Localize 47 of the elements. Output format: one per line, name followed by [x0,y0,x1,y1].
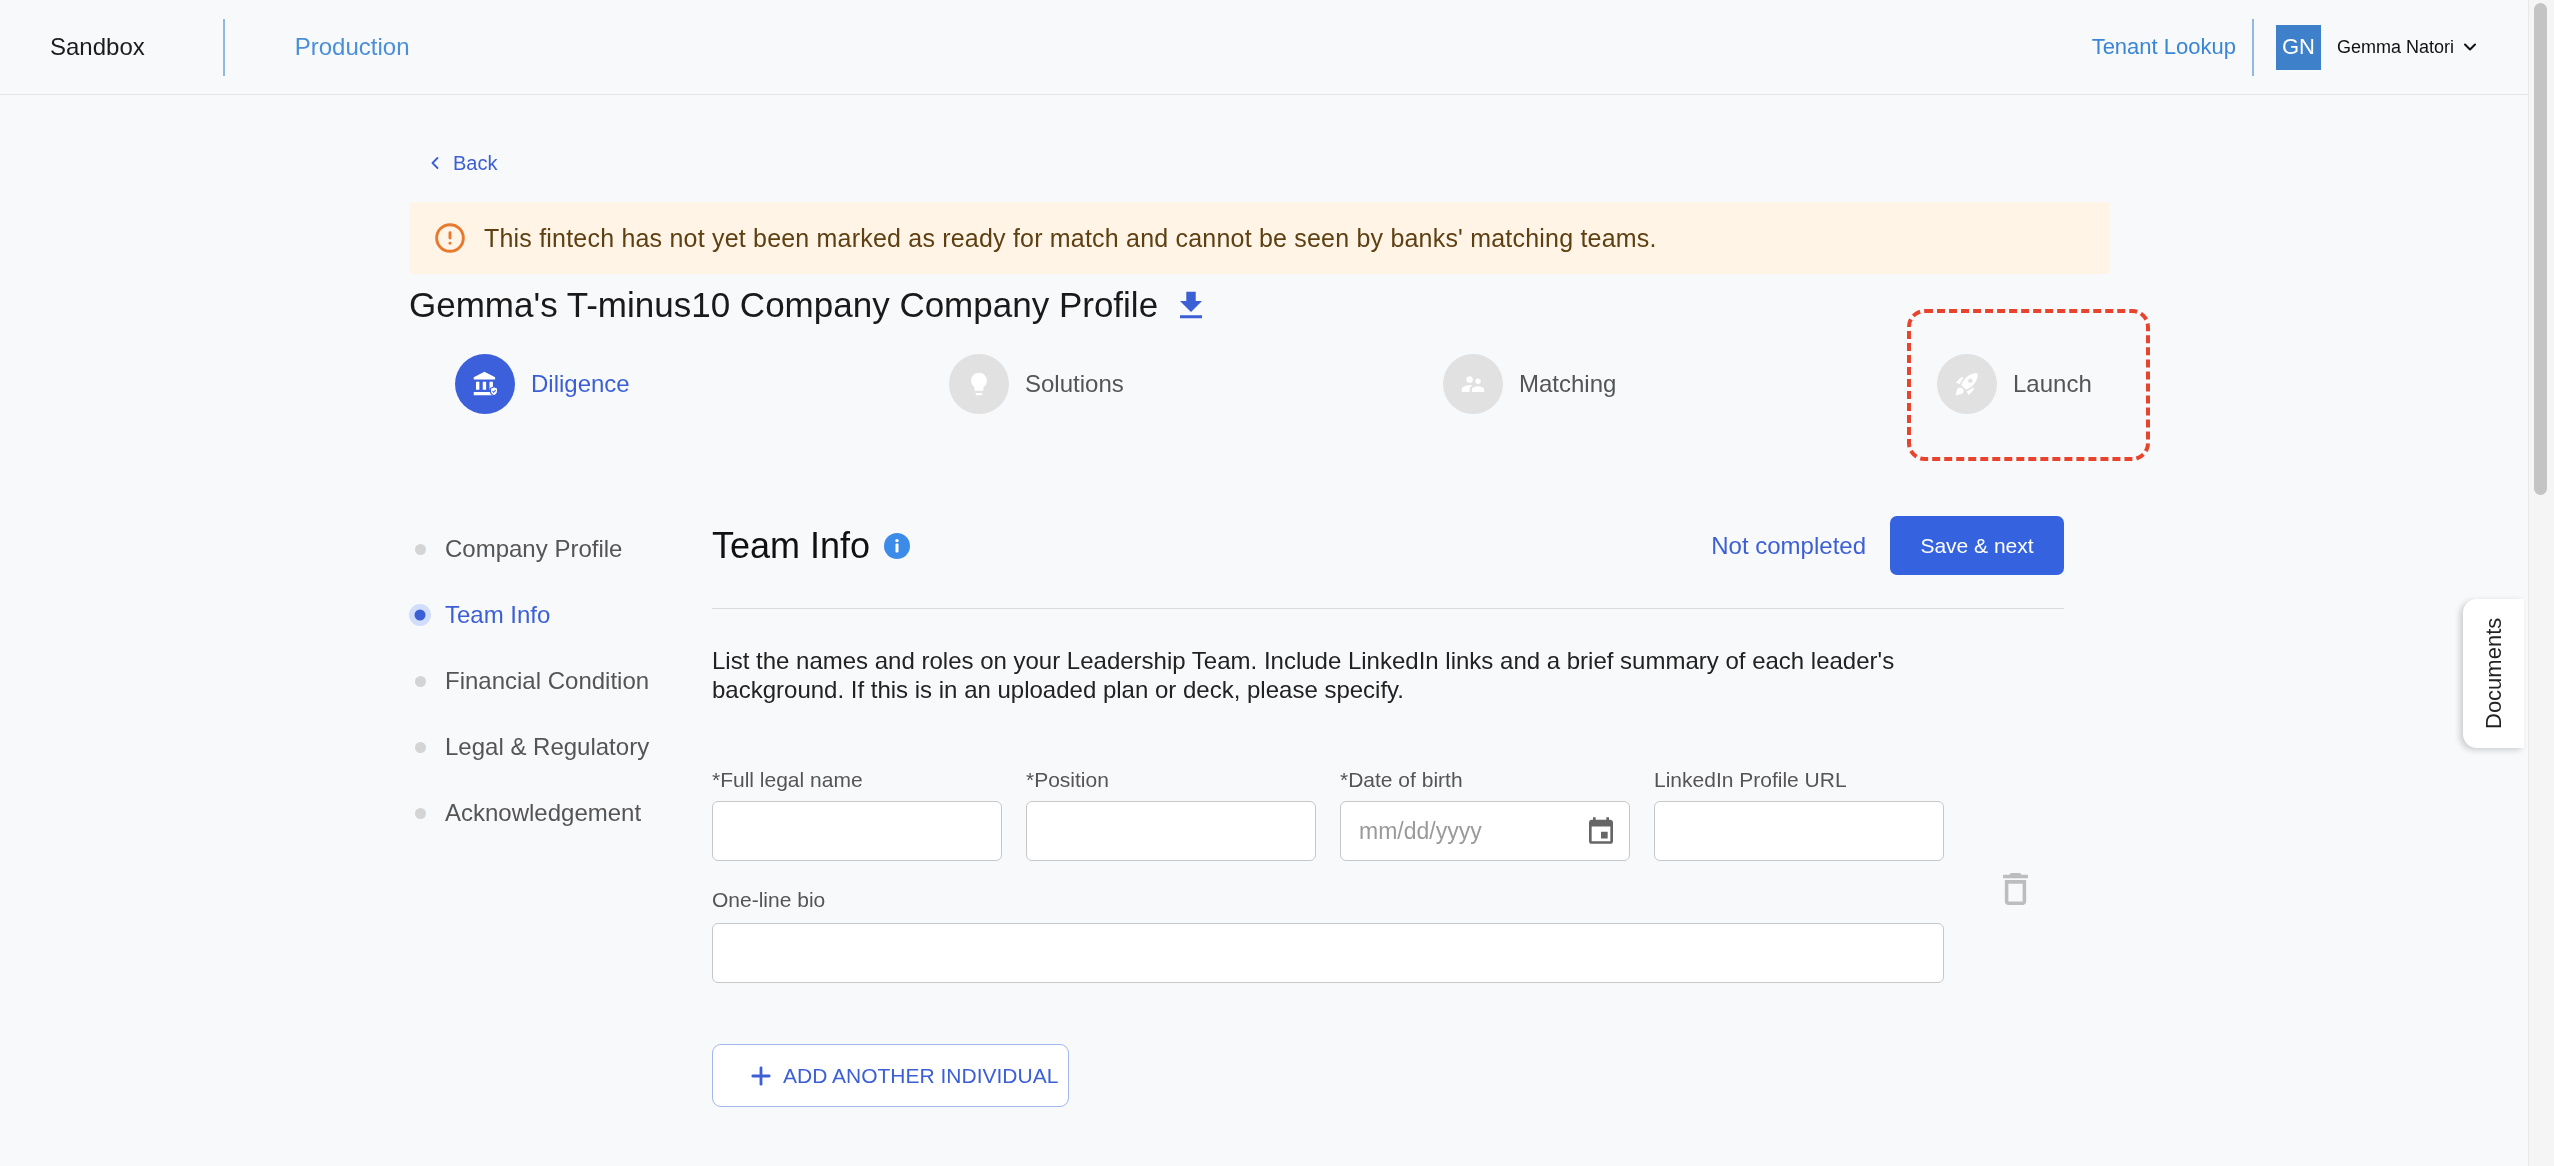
step-tab[interactable]: Matching [1443,354,1617,414]
field-label: LinkedIn Profile URL [1654,767,1847,793]
bullet-icon [409,604,431,626]
save-next-button[interactable]: Save & next [1890,516,2064,575]
info-icon[interactable] [884,532,911,559]
bullet-icon [414,675,426,687]
field-label: *Position [1026,767,1109,793]
section-nav-item[interactable]: Acknowledgement [409,780,642,846]
lightbulb-icon [949,354,1009,414]
input-field[interactable] [712,801,1002,861]
page-title: Gemma's T-minus10 Company Company Profile [409,284,1159,326]
calendar-icon[interactable] [1589,817,1613,844]
input-field[interactable] [1654,801,1944,861]
section-heading: Team Info [712,524,871,567]
bank-icon [455,354,515,414]
alert-icon [434,222,466,254]
section-nav-item[interactable]: Legal & Regulatory [409,714,650,780]
step-tab[interactable]: Solutions [949,354,1124,414]
tenant-lookup-link[interactable]: Tenant Lookup [2091,34,2236,60]
date-field[interactable]: mm/dd/yyyy [1340,801,1630,861]
field-label: One-line bio [712,887,826,913]
rocket-icon [1937,354,1997,414]
section-nav-item[interactable]: Company Profile [409,516,623,582]
description-text: List the names and roles on your Leadership Team. Include LinkedIn links and a brief summary of each leader's background. If this is in an uploaded plan or deck, please specify. [712,646,1896,704]
scrollbar-thumb[interactable] [2534,3,2547,495]
input-field[interactable] [712,923,1944,983]
bullet-icon [414,543,426,555]
user-menu-button[interactable]: Gemma Natori [2336,36,2480,58]
environment-link[interactable]: Sandbox [50,33,145,61]
documents-tab[interactable]: Documents [2463,599,2524,748]
avatar: GN [2275,24,2321,70]
section-nav-item[interactable]: Team Info [409,582,551,648]
step-tab[interactable]: Launch [1937,354,2092,414]
input-field[interactable] [1026,801,1316,861]
back-link[interactable]: Back [425,151,498,175]
step-tab[interactable]: Diligence [455,354,630,414]
people-icon [1443,354,1503,414]
download-icon[interactable] [1180,291,1203,319]
add-individual-button[interactable]: ADD ANOTHER INDIVIDUAL [712,1044,1069,1107]
banner-text: This fintech has not yet been marked as ready for match and cannot be seen by banks' matching teams. [484,223,1657,253]
field-label: *Full legal name [712,767,863,793]
field-label: *Date of birth [1340,767,1463,793]
section-nav-item[interactable]: Financial Condition [409,648,650,714]
trash-icon[interactable] [2003,873,2028,905]
bullet-icon [414,741,426,753]
status-text: Not completed [1711,531,1866,560]
bullet-icon [414,807,426,819]
